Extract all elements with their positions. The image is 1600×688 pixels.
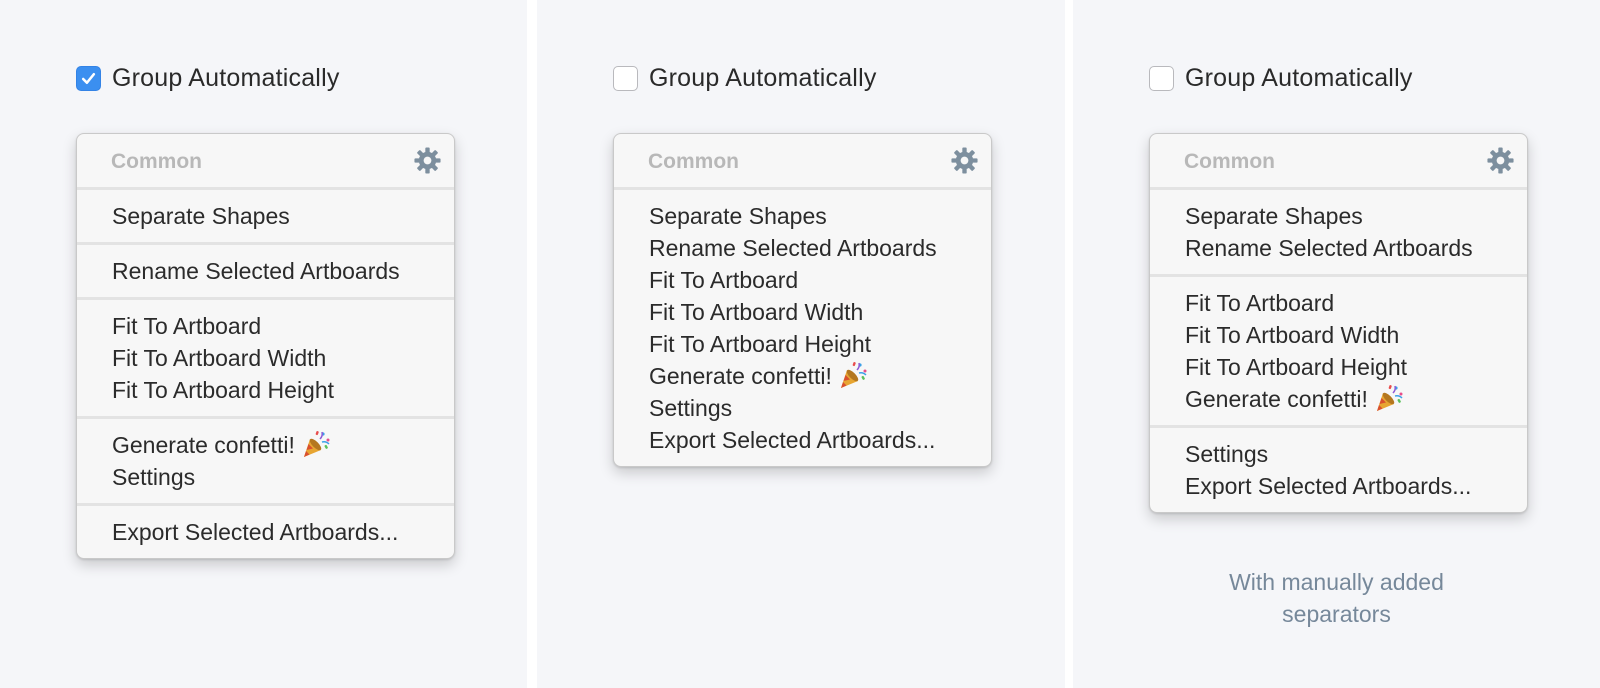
menu-item-label: Fit To Artboard Width [649, 299, 864, 325]
menu-item-fit-to-artboard[interactable]: Fit To Artboard [614, 264, 991, 296]
menu-item-label: Fit To Artboard Height [1185, 354, 1408, 380]
menu-item-label: Generate confetti! [112, 432, 295, 458]
menu-item-label: Rename Selected Artboards [1185, 235, 1473, 261]
menu-item-label: Rename Selected Artboards [112, 258, 400, 284]
checkbox-label: Group Automatically [649, 64, 877, 92]
menu-item-settings[interactable]: Settings [77, 461, 454, 493]
menu-item-label: Fit To Artboard Height [649, 331, 872, 357]
menu-item-label: Separate Shapes [112, 203, 290, 229]
context-menu: Common Separate Shapes Rename Selected Art… [76, 133, 455, 559]
group-automatically-checkbox[interactable] [613, 66, 638, 91]
menu-item-fit-to-artboard-width[interactable]: Fit To Artboard Width [1150, 319, 1527, 351]
menu-item-rename-selected-artboards[interactable]: Rename Selected Artboards [1150, 232, 1527, 264]
menu-item-export-selected-artboards[interactable]: Export Selected Artboards... [77, 516, 454, 548]
menu-group: Settings Export Selected Artboards... [1150, 428, 1527, 512]
menu-section-title: Common [1184, 150, 1275, 173]
panel-grouped-auto: Group Automatically Common Separate Shapes… [0, 0, 527, 688]
menu-item-fit-to-artboard-width[interactable]: Fit To Artboard Width [77, 342, 454, 374]
menu-item-rename-selected-artboards[interactable]: Rename Selected Artboards [614, 232, 991, 264]
menu-item-label: Settings [112, 464, 196, 490]
gear-icon[interactable] [1486, 146, 1515, 175]
checkbox-label: Group Automatically [112, 64, 340, 92]
menu-item-separate-shapes[interactable]: Separate Shapes [1150, 200, 1527, 232]
menu-item-separate-shapes[interactable]: Separate Shapes [77, 200, 454, 232]
menu-header: Common [614, 134, 991, 190]
menu-item-label: Export Selected Artboards... [112, 519, 399, 545]
menu-item-label: Settings [649, 395, 733, 421]
menu-item-label: Export Selected Artboards... [649, 427, 936, 453]
menu-item-label: Fit To Artboard Width [112, 345, 327, 371]
menu-item-label: Fit To Artboard [1185, 290, 1335, 316]
gear-icon[interactable] [950, 146, 979, 175]
context-menu: Common Separate Shapes Rename Selected Art… [1149, 133, 1528, 513]
menu-item-label: Fit To Artboard [112, 313, 262, 339]
party-popper-icon [1376, 384, 1403, 411]
context-menu: Common Separate Shapes Rename Selected Art… [613, 133, 992, 467]
menu-section-title: Common [111, 150, 202, 173]
menu-item-fit-to-artboard-height[interactable]: Fit To Artboard Height [77, 374, 454, 406]
panel-manual-separators: Group Automatically Common Separate Shapes… [1073, 0, 1600, 688]
caption: With manually added separators [1073, 566, 1600, 630]
menu-item-label: Fit To Artboard [649, 267, 799, 293]
menu-group: Separate Shapes Rename Selected Artboards… [614, 190, 991, 466]
group-automatically-checkbox[interactable] [76, 66, 101, 91]
menu-item-label: Settings [1185, 441, 1269, 467]
menu-item-separate-shapes[interactable]: Separate Shapes [614, 200, 991, 232]
menu-group: Separate Shapes Rename Selected Artboards [1150, 190, 1527, 277]
menu-item-generate-confetti[interactable]: Generate confetti! [614, 360, 991, 392]
checkmark-icon [81, 72, 96, 85]
menu-item-generate-confetti[interactable]: Generate confetti! [1150, 383, 1527, 415]
menu-item-label: Generate confetti! [1185, 386, 1368, 412]
menu-header: Common [1150, 134, 1527, 190]
menu-group: Fit To Artboard Fit To Artboard Width Fit … [1150, 277, 1527, 428]
menu-item-label: Separate Shapes [649, 203, 827, 229]
gear-icon[interactable] [413, 146, 442, 175]
group-automatically-option[interactable]: Group Automatically [613, 64, 877, 93]
menu-section-title: Common [648, 150, 739, 173]
group-automatically-option[interactable]: Group Automatically [1149, 64, 1413, 93]
menu-item-generate-confetti[interactable]: Generate confetti! [77, 429, 454, 461]
menu-item-label: Generate confetti! [649, 363, 832, 389]
party-popper-icon [840, 361, 867, 388]
menu-item-fit-to-artboard-width[interactable]: Fit To Artboard Width [614, 296, 991, 328]
menu-item-settings[interactable]: Settings [614, 392, 991, 424]
menu-item-label: Export Selected Artboards... [1185, 473, 1472, 499]
menu-group: Separate Shapes [77, 190, 454, 245]
group-automatically-option[interactable]: Group Automatically [76, 64, 340, 93]
checkbox-label: Group Automatically [1185, 64, 1413, 92]
menu-item-rename-selected-artboards[interactable]: Rename Selected Artboards [77, 255, 454, 287]
panel-ungrouped: Group Automatically Common Separate Shapes… [537, 0, 1065, 688]
menu-group: Rename Selected Artboards [77, 245, 454, 300]
menu-item-fit-to-artboard-height[interactable]: Fit To Artboard Height [1150, 351, 1527, 383]
menu-group: Generate confetti! Settings [77, 419, 454, 506]
group-automatically-checkbox[interactable] [1149, 66, 1174, 91]
menu-group: Export Selected Artboards... [77, 506, 454, 558]
menu-item-label: Rename Selected Artboards [649, 235, 937, 261]
menu-item-label: Separate Shapes [1185, 203, 1363, 229]
menu-item-label: Fit To Artboard Width [1185, 322, 1400, 348]
party-popper-icon [303, 430, 330, 457]
menu-item-label: Fit To Artboard Height [112, 377, 335, 403]
caption-line: With manually added [1229, 569, 1444, 595]
menu-item-export-selected-artboards[interactable]: Export Selected Artboards... [614, 424, 991, 456]
menu-item-export-selected-artboards[interactable]: Export Selected Artboards... [1150, 470, 1527, 502]
menu-group: Fit To Artboard Fit To Artboard Width Fit … [77, 300, 454, 419]
menu-item-fit-to-artboard-height[interactable]: Fit To Artboard Height [614, 328, 991, 360]
menu-item-settings[interactable]: Settings [1150, 438, 1527, 470]
caption-line: separators [1282, 601, 1391, 627]
menu-header: Common [77, 134, 454, 190]
menu-item-fit-to-artboard[interactable]: Fit To Artboard [1150, 287, 1527, 319]
menu-item-fit-to-artboard[interactable]: Fit To Artboard [77, 310, 454, 342]
